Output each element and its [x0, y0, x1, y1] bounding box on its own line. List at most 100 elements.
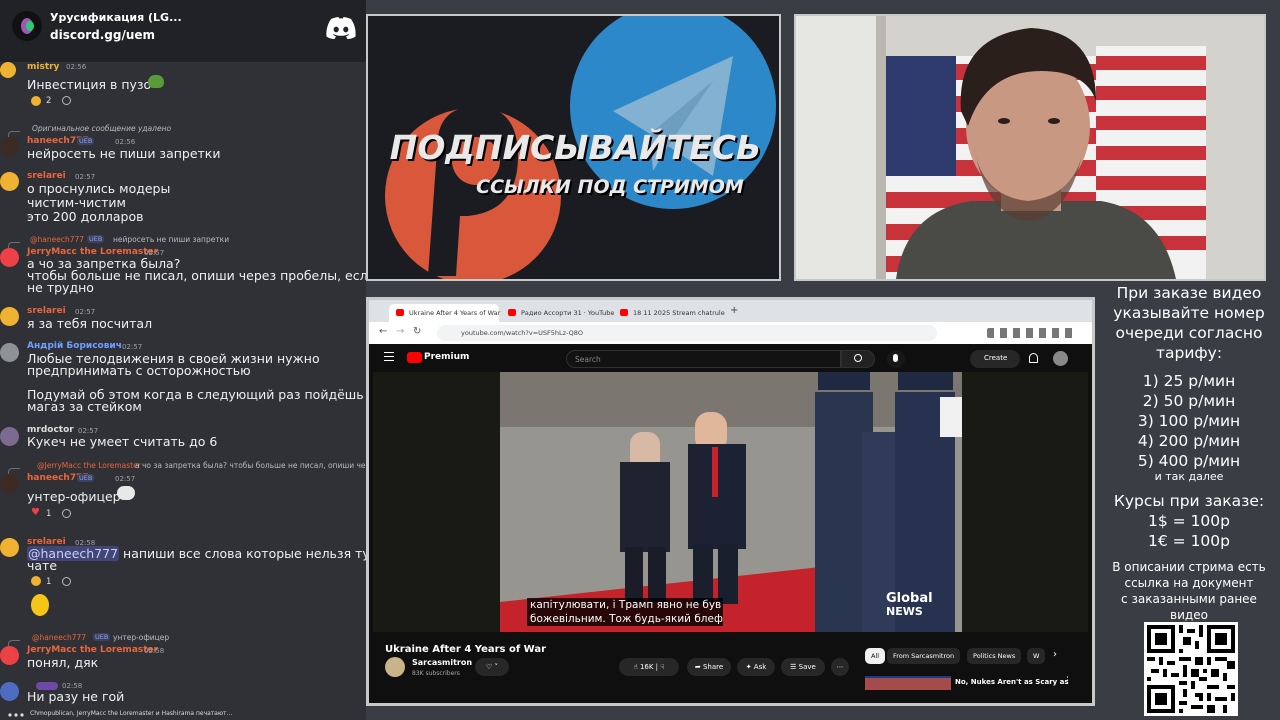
subscriber-count: 83K subscribers — [412, 670, 460, 677]
reply-author[interactable]: @JerryMacc the Loremaster — [37, 461, 141, 470]
avatar[interactable] — [0, 474, 19, 493]
message-text: это 200 долларов — [27, 209, 144, 224]
avatar[interactable] — [0, 538, 19, 557]
avatar[interactable] — [0, 646, 19, 665]
reply-author[interactable]: @haneech777 — [32, 633, 86, 642]
recommended-title[interactable]: No, Nukes Aren't as Scary as — [955, 678, 1069, 686]
subscribe-promo-panel: ПОДПИСЫВАЙТЕСЬ ССЫЛКИ ПОД СТРИМОМ — [366, 14, 781, 281]
reply-author[interactable]: @haneech777 — [30, 235, 84, 244]
voice-search-icon[interactable] — [887, 350, 905, 368]
avatar[interactable] — [0, 307, 19, 326]
chips-next-icon[interactable]: › — [1053, 649, 1057, 660]
youtube-favicon-icon — [396, 309, 404, 316]
video-captions: капітулювати, і Трамп явно не був божевіл… — [527, 598, 723, 626]
timestamp: 02:58 — [144, 647, 165, 655]
message-text: унтер-офицер — [27, 489, 121, 504]
server-tag-badge: UEB — [93, 633, 111, 641]
tab-bar: Ukraine After 4 Years of War Радио Ассор… — [369, 300, 1092, 322]
stream-layout: Урусификация (LG... discord.gg/uem mistr… — [0, 0, 1280, 720]
webcam-scene — [796, 16, 1264, 279]
author-name[interactable]: JerryMacc the Loremaster — [27, 645, 158, 655]
search-input[interactable]: Search — [566, 350, 841, 368]
menu-icon[interactable] — [384, 352, 394, 361]
video-frame: Global NEWS — [500, 372, 962, 632]
heart-reaction-icon[interactable]: ♥ — [31, 507, 40, 518]
message-text: магаз за стейком — [27, 399, 142, 414]
tab-radio[interactable]: Радио Ассорти 31 · YouTube — [501, 304, 614, 322]
timestamp: 02:56 — [66, 63, 87, 71]
video-player[interactable]: Global NEWS капітулювати, і Трамп явно не… — [373, 372, 1088, 632]
share-button[interactable]: ➦ Share — [687, 658, 731, 676]
order-text-line: При заказе видео — [1116, 284, 1262, 302]
reaction-emoji-icon[interactable] — [31, 576, 41, 586]
author-name[interactable]: Андрій Борисович — [27, 341, 122, 351]
reaction-emoji-icon[interactable] — [31, 96, 41, 106]
chip-politics-news[interactable]: Politics News — [967, 648, 1022, 664]
server-header[interactable]: Урусификация (LG... discord.gg/uem — [0, 0, 366, 62]
add-reaction-icon[interactable] — [62, 96, 71, 105]
channel-name[interactable]: Sarcasmitron — [412, 658, 472, 667]
discord-chat-panel: Урусификация (LG... discord.gg/uem mistr… — [0, 0, 366, 720]
rate-line: 1$ = 100р — [1148, 512, 1230, 530]
save-icon: ☰ — [790, 663, 799, 671]
author-name[interactable]: mistry — [27, 62, 59, 72]
rate-line: 1€ = 100р — [1148, 532, 1230, 550]
avatar[interactable] — [0, 172, 19, 191]
tab-youtube-video[interactable]: Ukraine After 4 Years of War — [389, 304, 500, 322]
url-input[interactable]: youtube.com/watch?v=USF5hLz-Q8O — [437, 325, 937, 341]
chip-all[interactable]: All — [865, 648, 886, 664]
message-text: о проснулись модеры — [27, 181, 171, 196]
like-button[interactable]: ☝ 16K | ☟ — [619, 658, 679, 676]
share-icon: ➦ — [694, 663, 703, 671]
tariff-line: 2) 50 р/мин — [1142, 392, 1236, 410]
youtube-header: Premium Search Create — [369, 344, 1092, 372]
avatar[interactable] — [0, 682, 19, 701]
reload-icon[interactable]: ↻ — [413, 326, 421, 337]
save-button[interactable]: ☰ Save — [781, 658, 825, 676]
search-button[interactable] — [841, 350, 875, 368]
channel-avatar[interactable] — [385, 657, 405, 677]
youtube-favicon-icon — [508, 309, 516, 316]
avatar[interactable] — [0, 427, 19, 446]
message-text: чистим-чистим — [27, 195, 126, 210]
new-tab-button[interactable]: + — [730, 305, 738, 316]
reply-preview[interactable]: Оригинальное сообщение удалено — [32, 124, 171, 133]
chip-more[interactable]: W — [1027, 648, 1046, 664]
promo-subtitle: ССЫЛКИ ПОД СТРИМОМ — [476, 176, 744, 198]
chip-from-channel[interactable]: From Sarcasmitron — [887, 648, 961, 664]
tab-stream[interactable]: 18 11 2025 Stream chatrule — [613, 304, 725, 322]
message-text: понял, дяк — [27, 655, 99, 670]
server-invite-link[interactable]: discord.gg/uem — [50, 28, 155, 42]
avatar[interactable] — [0, 62, 16, 78]
message-text: Инвестиция в пузо — [27, 77, 152, 92]
timestamp: 02:57 — [75, 308, 96, 316]
forward-icon[interactable]: → — [396, 326, 404, 337]
notifications-bell-icon[interactable] — [1029, 353, 1038, 363]
recommended-thumbnail[interactable] — [865, 676, 951, 690]
reaction-count: 1 — [46, 577, 52, 587]
avatar[interactable] — [0, 137, 19, 156]
tariff-etc: и так далее — [1154, 470, 1224, 483]
create-button[interactable]: Create — [970, 350, 1020, 368]
youtube-logo-icon[interactable] — [407, 352, 422, 363]
qr-code[interactable] — [1144, 622, 1238, 716]
author-name[interactable]: srelarei — [27, 306, 66, 316]
account-avatar[interactable] — [1053, 351, 1068, 366]
add-reaction-icon[interactable] — [62, 509, 71, 518]
add-reaction-icon[interactable] — [62, 577, 71, 586]
tariff-line: 1) 25 р/мин — [1142, 372, 1236, 390]
more-button[interactable]: ⋯ — [831, 658, 849, 676]
ask-button[interactable]: ✦ Ask — [737, 658, 775, 676]
author-name[interactable]: srelarei — [27, 171, 66, 181]
recommended-menu-icon[interactable]: ⋮ — [1063, 676, 1072, 686]
avatar[interactable] — [0, 248, 19, 267]
youtube-page: Premium Search Create Global NEWS капіту… — [369, 344, 1092, 703]
reply-preview[interactable]: нейросеть не пиши запретки — [113, 235, 229, 244]
reply-preview[interactable]: унтер-офицер — [113, 633, 169, 642]
discord-logo-icon — [326, 17, 356, 39]
avatar[interactable] — [0, 343, 19, 362]
extensions-icons[interactable] — [987, 328, 1077, 338]
reply-preview[interactable]: а чо за запретка была? чтобы больше не п… — [135, 461, 366, 470]
back-icon[interactable]: ← — [379, 326, 387, 337]
subscribe-bell-button[interactable]: ♡ ˅ — [475, 658, 509, 676]
